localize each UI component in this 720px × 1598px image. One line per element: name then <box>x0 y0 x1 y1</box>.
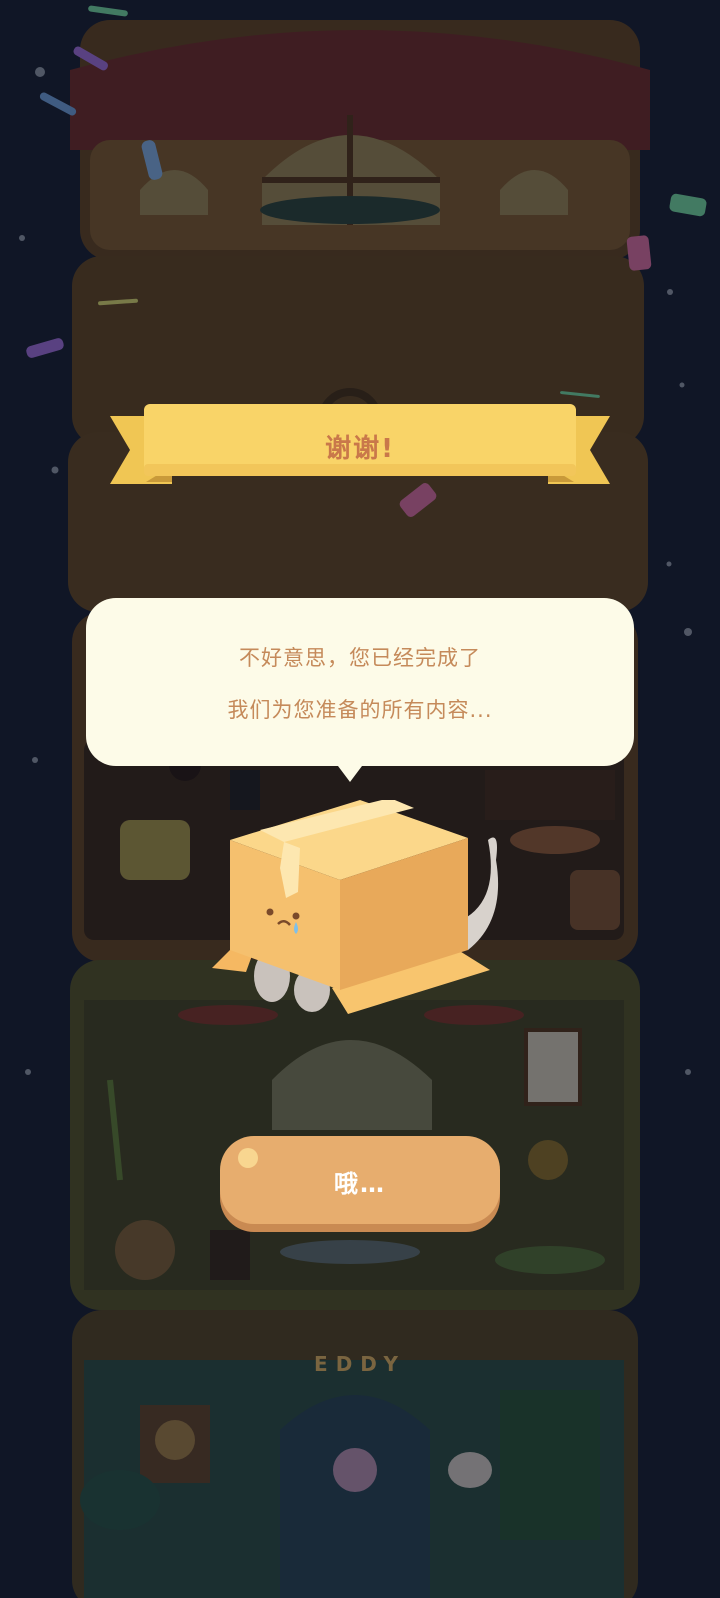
message-bubble: 不好意思，您已经完成了 我们为您准备的所有内容... <box>86 598 634 782</box>
dialog-title: 谢谢! <box>325 434 395 464</box>
title-ribbon: 谢谢! <box>110 404 610 496</box>
sad-box-mascot <box>212 800 499 1014</box>
message-line-1: 不好意思，您已经完成了 <box>239 646 481 670</box>
brand-sign: EDDY <box>314 1352 406 1376</box>
acknowledge-button-label: 哦… <box>334 1170 386 1198</box>
roof-floor <box>70 20 650 260</box>
acknowledge-button[interactable]: 哦… <box>220 1136 500 1232</box>
message-line-2: 我们为您准备的所有内容... <box>227 698 493 722</box>
